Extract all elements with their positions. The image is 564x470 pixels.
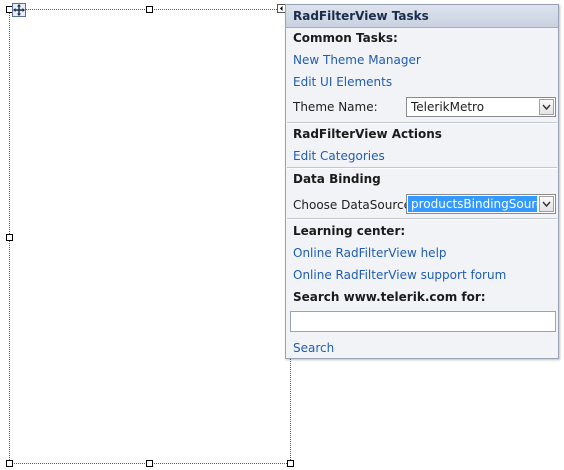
separator [287, 218, 557, 220]
chevron-down-icon[interactable] [539, 196, 554, 212]
separator [287, 167, 557, 169]
panel-title: RadFilterView Tasks [286, 5, 558, 28]
separator [287, 122, 557, 124]
theme-name-value: TelerikMetro [411, 100, 485, 114]
theme-name-dropdown[interactable]: TelerikMetro [406, 97, 556, 117]
move-icon[interactable] [12, 3, 26, 17]
datasource-value: productsBindingSourc [408, 196, 537, 212]
common-tasks-header: Common Tasks: [293, 31, 398, 45]
online-help-link[interactable]: Online RadFilterView help [293, 245, 447, 261]
data-binding-header: Data Binding [293, 172, 381, 186]
resize-handle-top-middle[interactable] [146, 6, 153, 13]
choose-datasource-label: Choose DataSource [293, 198, 411, 212]
radfilterview-control[interactable] [9, 9, 291, 464]
tasks-panel: RadFilterView Tasks Common Tasks: New Th… [285, 4, 559, 359]
resize-handle-bottom-left[interactable] [6, 460, 13, 467]
theme-name-label: Theme Name: [293, 100, 378, 114]
resize-handle-bottom-right[interactable] [287, 460, 294, 467]
search-label: Search www.telerik.com for: [293, 290, 486, 304]
resize-handle-bottom-middle[interactable] [146, 460, 153, 467]
resize-handle-middle-left[interactable] [6, 234, 13, 241]
support-forum-link[interactable]: Online RadFilterView support forum [293, 267, 506, 283]
search-input[interactable] [290, 311, 556, 332]
learning-center-header: Learning center: [293, 224, 406, 238]
datasource-dropdown[interactable]: productsBindingSourc [406, 194, 556, 214]
edit-ui-elements-link[interactable]: Edit UI Elements [293, 74, 392, 90]
search-link[interactable]: Search [293, 340, 334, 356]
edit-categories-link[interactable]: Edit Categories [293, 148, 385, 164]
new-theme-manager-link[interactable]: New Theme Manager [293, 52, 421, 68]
chevron-down-icon[interactable] [539, 99, 554, 115]
actions-header: RadFilterView Actions [293, 127, 442, 141]
